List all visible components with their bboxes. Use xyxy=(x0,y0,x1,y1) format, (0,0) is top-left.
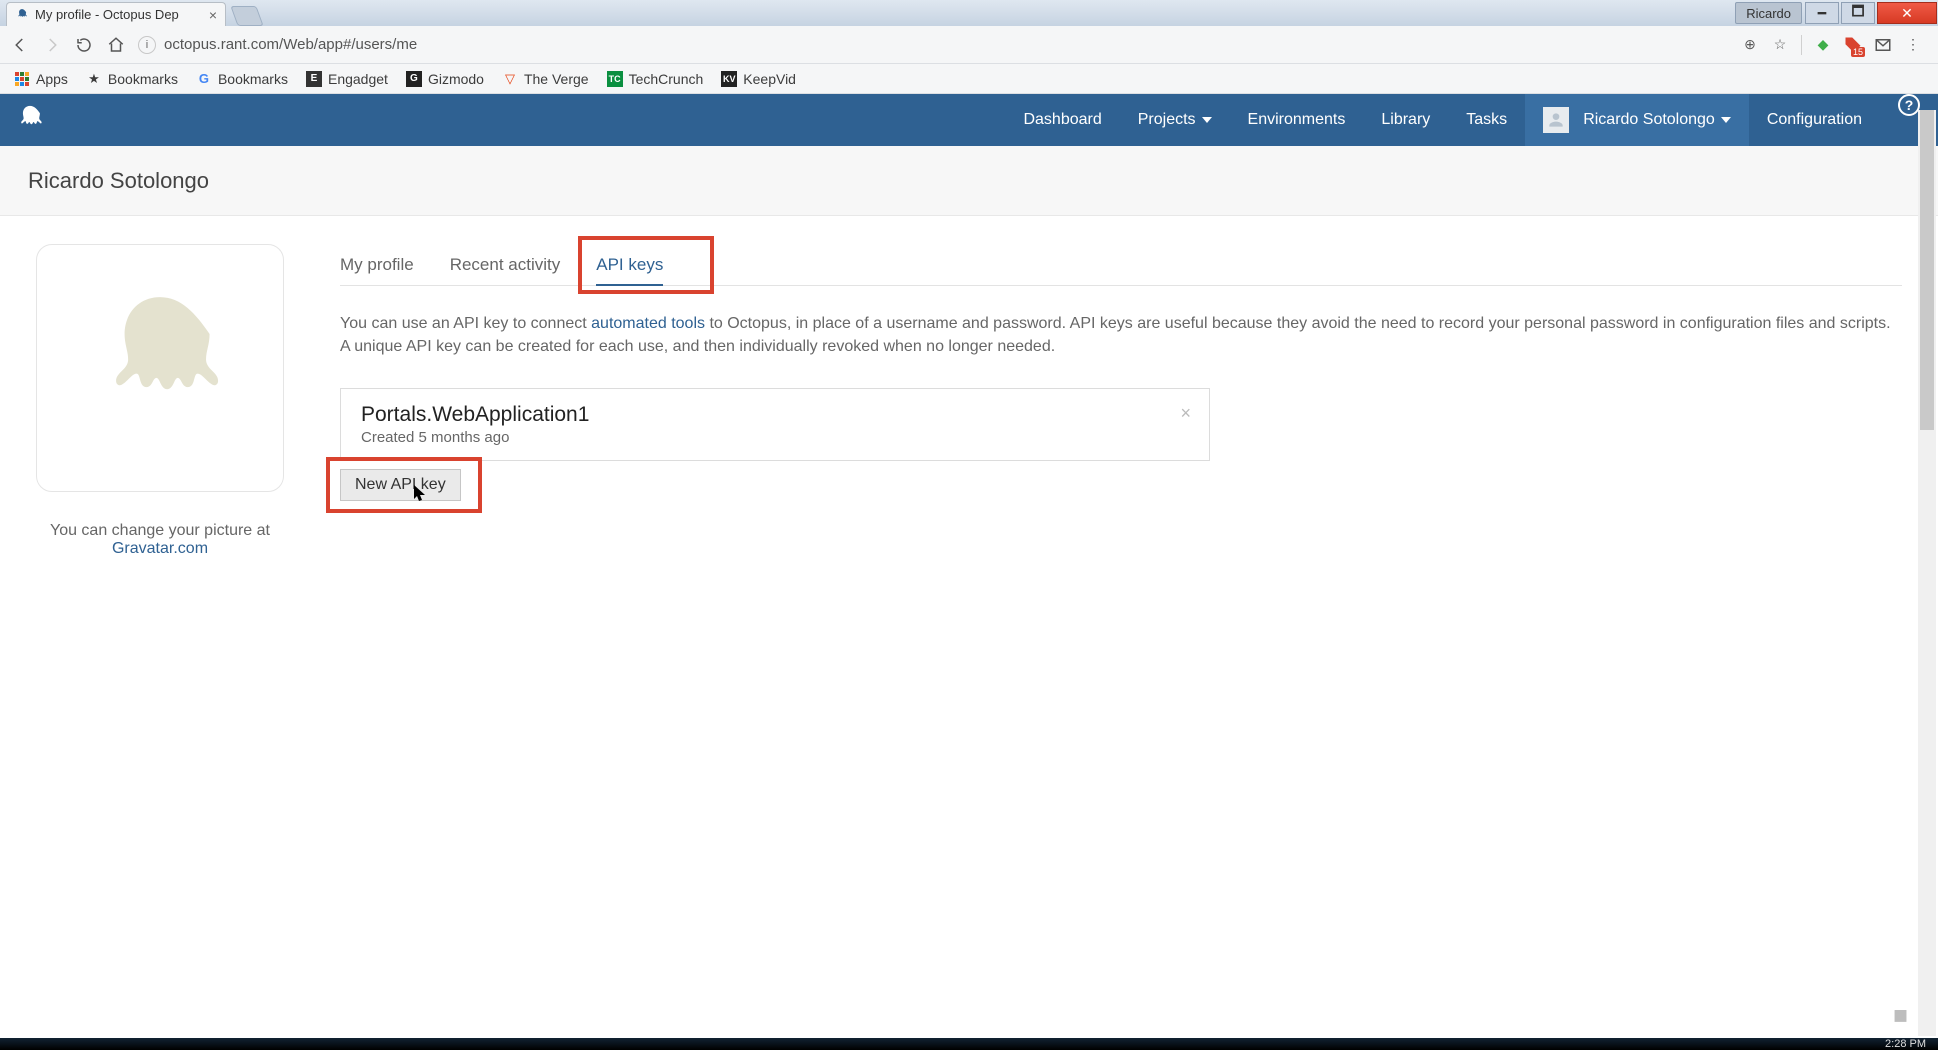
resize-grip-icon: ◆ xyxy=(1886,1000,1916,1030)
translate-icon[interactable]: ⊕ xyxy=(1741,36,1759,54)
app-nav: Dashboard Projects Environments Library … xyxy=(1005,94,1938,146)
url-text: octopus.rant.com/Web/app#/users/me xyxy=(164,36,417,53)
api-key-name: Portals.WebApplication1 xyxy=(361,403,1189,427)
profile-sidebar: You can change your picture at Gravatar.… xyxy=(20,244,300,558)
bookmarks-bar: Apps ★Bookmarks GBookmarks EEngadget GGi… xyxy=(0,64,1938,94)
techcrunch-icon: TC xyxy=(607,71,623,87)
nav-configuration[interactable]: Configuration xyxy=(1749,94,1880,146)
browser-tab-title: My profile - Octopus Dep xyxy=(35,7,179,22)
profile-content: My profile Recent activity API keys You … xyxy=(300,244,1918,558)
extension-green-icon[interactable]: ◆ xyxy=(1814,36,1832,54)
google-g-icon: G xyxy=(196,71,212,87)
scrollbar-thumb[interactable] xyxy=(1920,110,1934,430)
mail-icon[interactable] xyxy=(1874,36,1892,54)
keepvid-icon: KV xyxy=(721,71,737,87)
site-info-icon[interactable]: i xyxy=(138,36,156,54)
browser-tab[interactable]: My profile - Octopus Dep × xyxy=(6,2,226,26)
windows-user-badge[interactable]: Ricardo xyxy=(1735,2,1802,24)
apps-grid-icon xyxy=(14,71,30,87)
extension-tag-icon[interactable]: 15 xyxy=(1844,36,1862,54)
window-titlebar: My profile - Octopus Dep × Ricardo ━ 🗖 ✕ xyxy=(0,0,1938,26)
automated-tools-link[interactable]: automated tools xyxy=(591,315,705,332)
gravatar-link[interactable]: Gravatar.com xyxy=(112,540,208,557)
help-icon[interactable]: ? xyxy=(1898,94,1920,116)
tab-recent-activity[interactable]: Recent activity xyxy=(450,255,561,285)
api-key-card: Portals.WebApplication1 Created 5 months… xyxy=(340,388,1210,461)
apps-shortcut[interactable]: Apps xyxy=(14,71,68,87)
toolbar-right: ⊕ ☆ ◆ 15 ⋮ xyxy=(1741,35,1928,55)
profile-tabs: My profile Recent activity API keys xyxy=(340,244,1902,286)
browser-toolbar: i octopus.rant.com/Web/app#/users/me ⊕ ☆… xyxy=(0,26,1938,64)
window-maximize-button[interactable]: 🗖 xyxy=(1841,2,1875,24)
new-tab-button[interactable] xyxy=(230,6,263,26)
vertical-scrollbar[interactable] xyxy=(1918,110,1936,1036)
new-api-key-button[interactable]: New API key xyxy=(340,469,461,501)
address-bar[interactable]: i octopus.rant.com/Web/app#/users/me xyxy=(138,31,1729,59)
page-title-bar: Ricardo Sotolongo xyxy=(0,146,1938,216)
main-content: You can change your picture at Gravatar.… xyxy=(0,216,1938,558)
engadget-icon: E xyxy=(306,71,322,87)
toolbar-divider xyxy=(1801,35,1802,55)
verge-icon: ▽ xyxy=(502,71,518,87)
nav-library[interactable]: Library xyxy=(1363,94,1448,146)
bookmark-item[interactable]: GGizmodo xyxy=(406,71,484,87)
mouse-cursor-icon xyxy=(414,485,430,510)
nav-tasks[interactable]: Tasks xyxy=(1448,94,1525,146)
octopus-logo-icon[interactable] xyxy=(0,103,60,137)
browser-tabstrip: My profile - Octopus Dep × xyxy=(0,0,260,26)
nav-user-menu[interactable]: Ricardo Sotolongo xyxy=(1525,94,1749,146)
bookmark-item[interactable]: KVKeepVid xyxy=(721,71,796,87)
forward-button[interactable] xyxy=(42,35,62,55)
window-minimize-button[interactable]: ━ xyxy=(1805,2,1839,24)
bookmark-item[interactable]: ★Bookmarks xyxy=(86,71,178,87)
bookmark-item[interactable]: TCTechCrunch xyxy=(607,71,704,87)
chrome-menu-icon[interactable]: ⋮ xyxy=(1904,36,1922,54)
star-icon: ★ xyxy=(86,71,102,87)
chevron-down-icon xyxy=(1202,117,1212,123)
bookmark-item[interactable]: EEngadget xyxy=(306,71,388,87)
nav-projects[interactable]: Projects xyxy=(1120,94,1230,146)
nav-dashboard[interactable]: Dashboard xyxy=(1005,94,1119,146)
api-keys-description: You can use an API key to connect automa… xyxy=(340,312,1902,358)
profile-avatar xyxy=(36,244,284,492)
octopus-favicon-icon xyxy=(15,8,29,22)
avatar-hint: You can change your picture at Gravatar.… xyxy=(20,522,300,558)
home-button[interactable] xyxy=(106,35,126,55)
taskbar-clock: 2:28 PM xyxy=(1885,1038,1926,1050)
chevron-down-icon xyxy=(1721,117,1731,123)
windows-taskbar: 2:28 PM xyxy=(0,1038,1938,1050)
gizmodo-icon: G xyxy=(406,71,422,87)
nav-environments[interactable]: Environments xyxy=(1230,94,1364,146)
page-title: Ricardo Sotolongo xyxy=(28,168,209,194)
back-button[interactable] xyxy=(10,35,30,55)
api-key-created: Created 5 months ago xyxy=(361,429,1189,446)
bookmark-item[interactable]: ▽The Verge xyxy=(502,71,589,87)
bookmark-item[interactable]: GBookmarks xyxy=(196,71,288,87)
app-header: Dashboard Projects Environments Library … xyxy=(0,94,1938,146)
bookmark-star-icon[interactable]: ☆ xyxy=(1771,36,1789,54)
user-avatar-icon xyxy=(1543,107,1569,133)
window-close-button[interactable]: ✕ xyxy=(1877,2,1937,24)
tab-close-icon[interactable]: × xyxy=(209,7,217,23)
delete-api-key-icon[interactable]: × xyxy=(1180,403,1191,424)
reload-button[interactable] xyxy=(74,35,94,55)
tab-my-profile[interactable]: My profile xyxy=(340,255,414,285)
tab-api-keys[interactable]: API keys xyxy=(596,255,663,285)
